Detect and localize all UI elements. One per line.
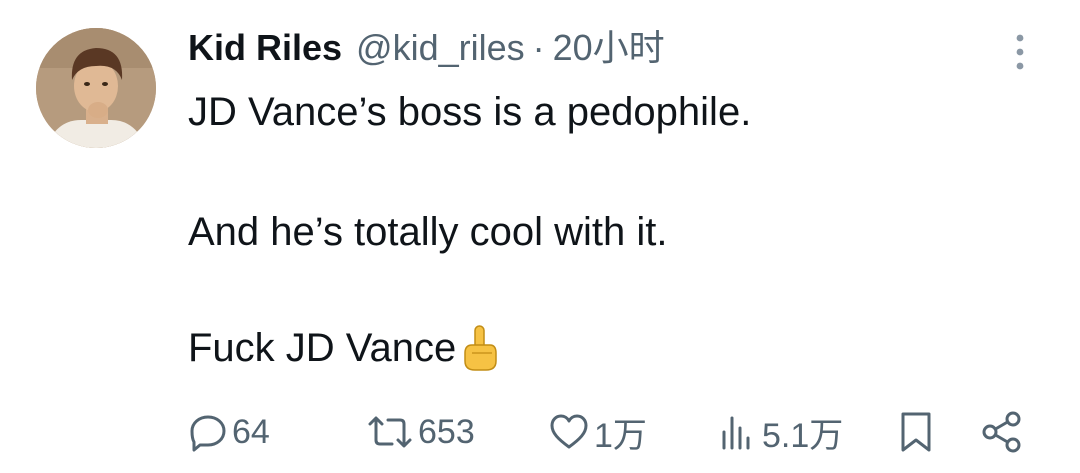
share-button[interactable]: [980, 406, 1028, 458]
views-count: 5.1万: [762, 416, 844, 455]
tweet-header: Kid Riles @kid_riles · 20小时: [188, 22, 665, 74]
tweet: Kid Riles @kid_riles · 20小时 JD Vance’s b…: [0, 0, 1080, 473]
post-time[interactable]: 20小时: [553, 22, 665, 74]
like-button[interactable]: 1万: [548, 406, 647, 458]
middle-finger-emoji-icon: [460, 323, 500, 373]
reply-count: 64: [232, 412, 270, 451]
repost-button[interactable]: 653: [366, 406, 475, 458]
avatar[interactable]: [36, 28, 156, 148]
views-button[interactable]: 5.1万: [718, 406, 843, 458]
repost-icon: [368, 416, 412, 448]
share-icon: [982, 411, 1021, 453]
tweet-text-line: And he’s totally cool with it.: [188, 206, 668, 258]
tweet-text-line-2: And he’s totally cool with it.: [188, 210, 668, 254]
views-icon: [722, 416, 750, 450]
tweet-text-line: JD Vance’s boss is a pedophile.: [188, 86, 751, 138]
bookmark-icon: [901, 412, 931, 452]
reply-icon: [190, 415, 226, 452]
author-handle[interactable]: @kid_riles: [356, 22, 525, 74]
tweet-text-line-1: JD Vance’s boss is a pedophile.: [188, 90, 752, 134]
bookmark-button[interactable]: [896, 406, 940, 458]
separator-dot: ·: [532, 27, 545, 68]
reply-button[interactable]: 64: [188, 406, 270, 458]
author-display-name[interactable]: Kid Riles: [188, 22, 342, 74]
like-count: 1万: [594, 416, 647, 455]
repost-count: 653: [418, 412, 475, 451]
action-bar: 64 653 1万 5.1万: [0, 406, 1080, 458]
tweet-text-line-3: Fuck JD Vance: [188, 326, 457, 370]
more-icon[interactable]: [1008, 32, 1032, 72]
heart-icon: [550, 414, 588, 449]
tweet-text-line: Fuck JD Vance: [188, 322, 500, 374]
